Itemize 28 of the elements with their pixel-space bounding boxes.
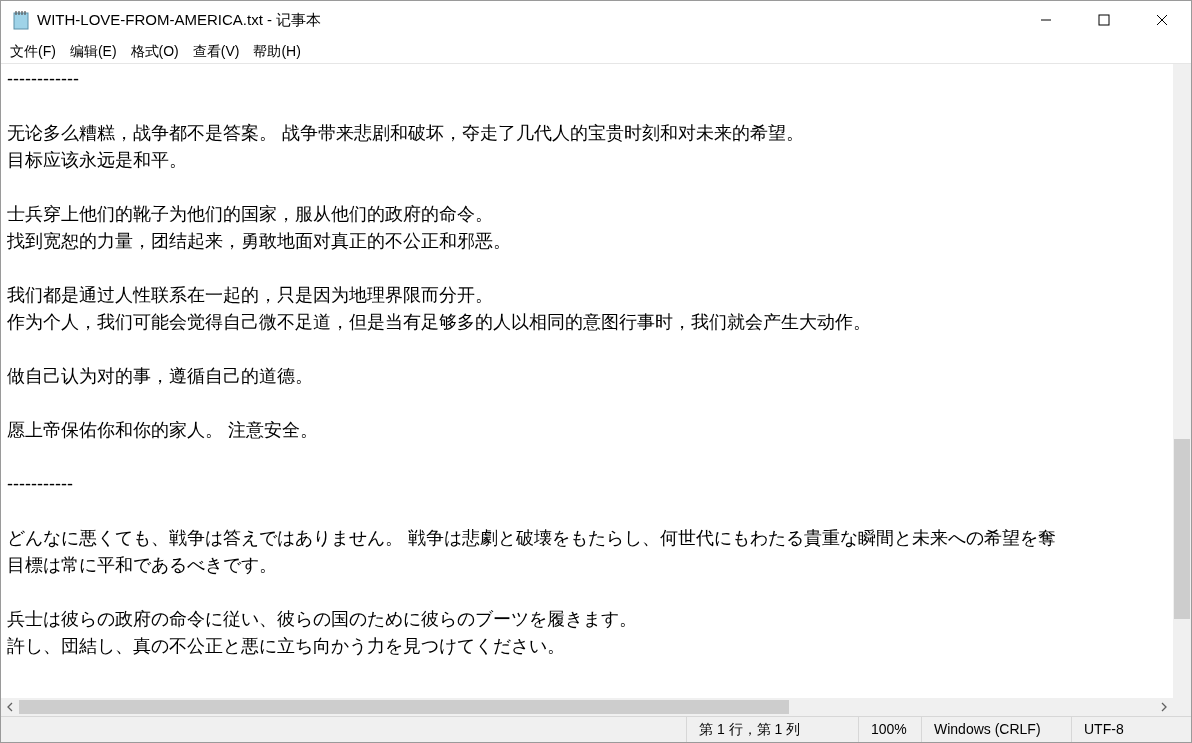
menu-item[interactable]: 编辑(E) xyxy=(62,40,124,62)
text-line: 愿上帝保佑你和你的家人。 注意安全。 xyxy=(7,419,318,442)
text-line: 无论多么糟糕，战争都不是答案。 战争带来悲剧和破坏，夺走了几代人的宝贵时刻和对未来的希望。 xyxy=(7,122,804,145)
maximize-icon xyxy=(1098,14,1110,26)
text-line: ----------- xyxy=(7,473,73,496)
text-line: どんなに悪くても、戦争は答えではありません。 戦争は悲劇と破壊をもたらし、何世代にもわたる貴重な瞬間と未来への希望を奪 xyxy=(7,527,1056,550)
status-text: 第 1 行，第 1 列 xyxy=(699,720,801,739)
status-text: Windows (CRLF) xyxy=(934,720,1041,739)
text-line: 許し、団結し、真の不公正と悪に立ち向かう力を見つけてください。 xyxy=(7,635,565,658)
window-title: WITH-LOVE-FROM-AMERICA.txt - 记事本 xyxy=(37,9,322,30)
status-text: 100% xyxy=(871,720,907,739)
close-icon xyxy=(1156,14,1168,26)
text-line: 我们都是通过人性联系在一起的，只是因为地理界限而分开。 xyxy=(7,284,493,307)
notepad-icon xyxy=(13,10,31,30)
text-line: 士兵穿上他们的靴子为他们的国家，服从他们的政府的命令。 xyxy=(7,203,493,226)
menu-item[interactable]: 格式(O) xyxy=(123,40,186,62)
text-line: 兵士は彼らの政府の命令に従い、彼らの国のために彼らのブーツを履きます。 xyxy=(7,608,637,631)
menu-item[interactable]: 帮助(H) xyxy=(246,40,308,62)
menu-item[interactable]: 文件(F) xyxy=(3,40,63,62)
menu-item[interactable]: 查看(V) xyxy=(185,40,247,62)
text-line: 找到宽恕的力量，团结起来，勇敢地面对真正的不公正和邪恶。 xyxy=(7,230,511,253)
text-line: 作为个人，我们可能会觉得自己微不足道，但是当有足够多的人以相同的意图行事时，我们就会产生大动作。 xyxy=(7,311,871,334)
status-text: UTF-8 xyxy=(1084,720,1124,739)
text-line: ------------ xyxy=(7,68,79,91)
text-line: 目標は常に平和であるべきです。 xyxy=(7,554,277,577)
text-line: 目标应该永远是和平。 xyxy=(7,149,187,172)
horizontal-scrollbar[interactable] xyxy=(1,698,1173,716)
text-line: 做自己认为对的事，遵循自己的道德。 xyxy=(7,365,313,388)
